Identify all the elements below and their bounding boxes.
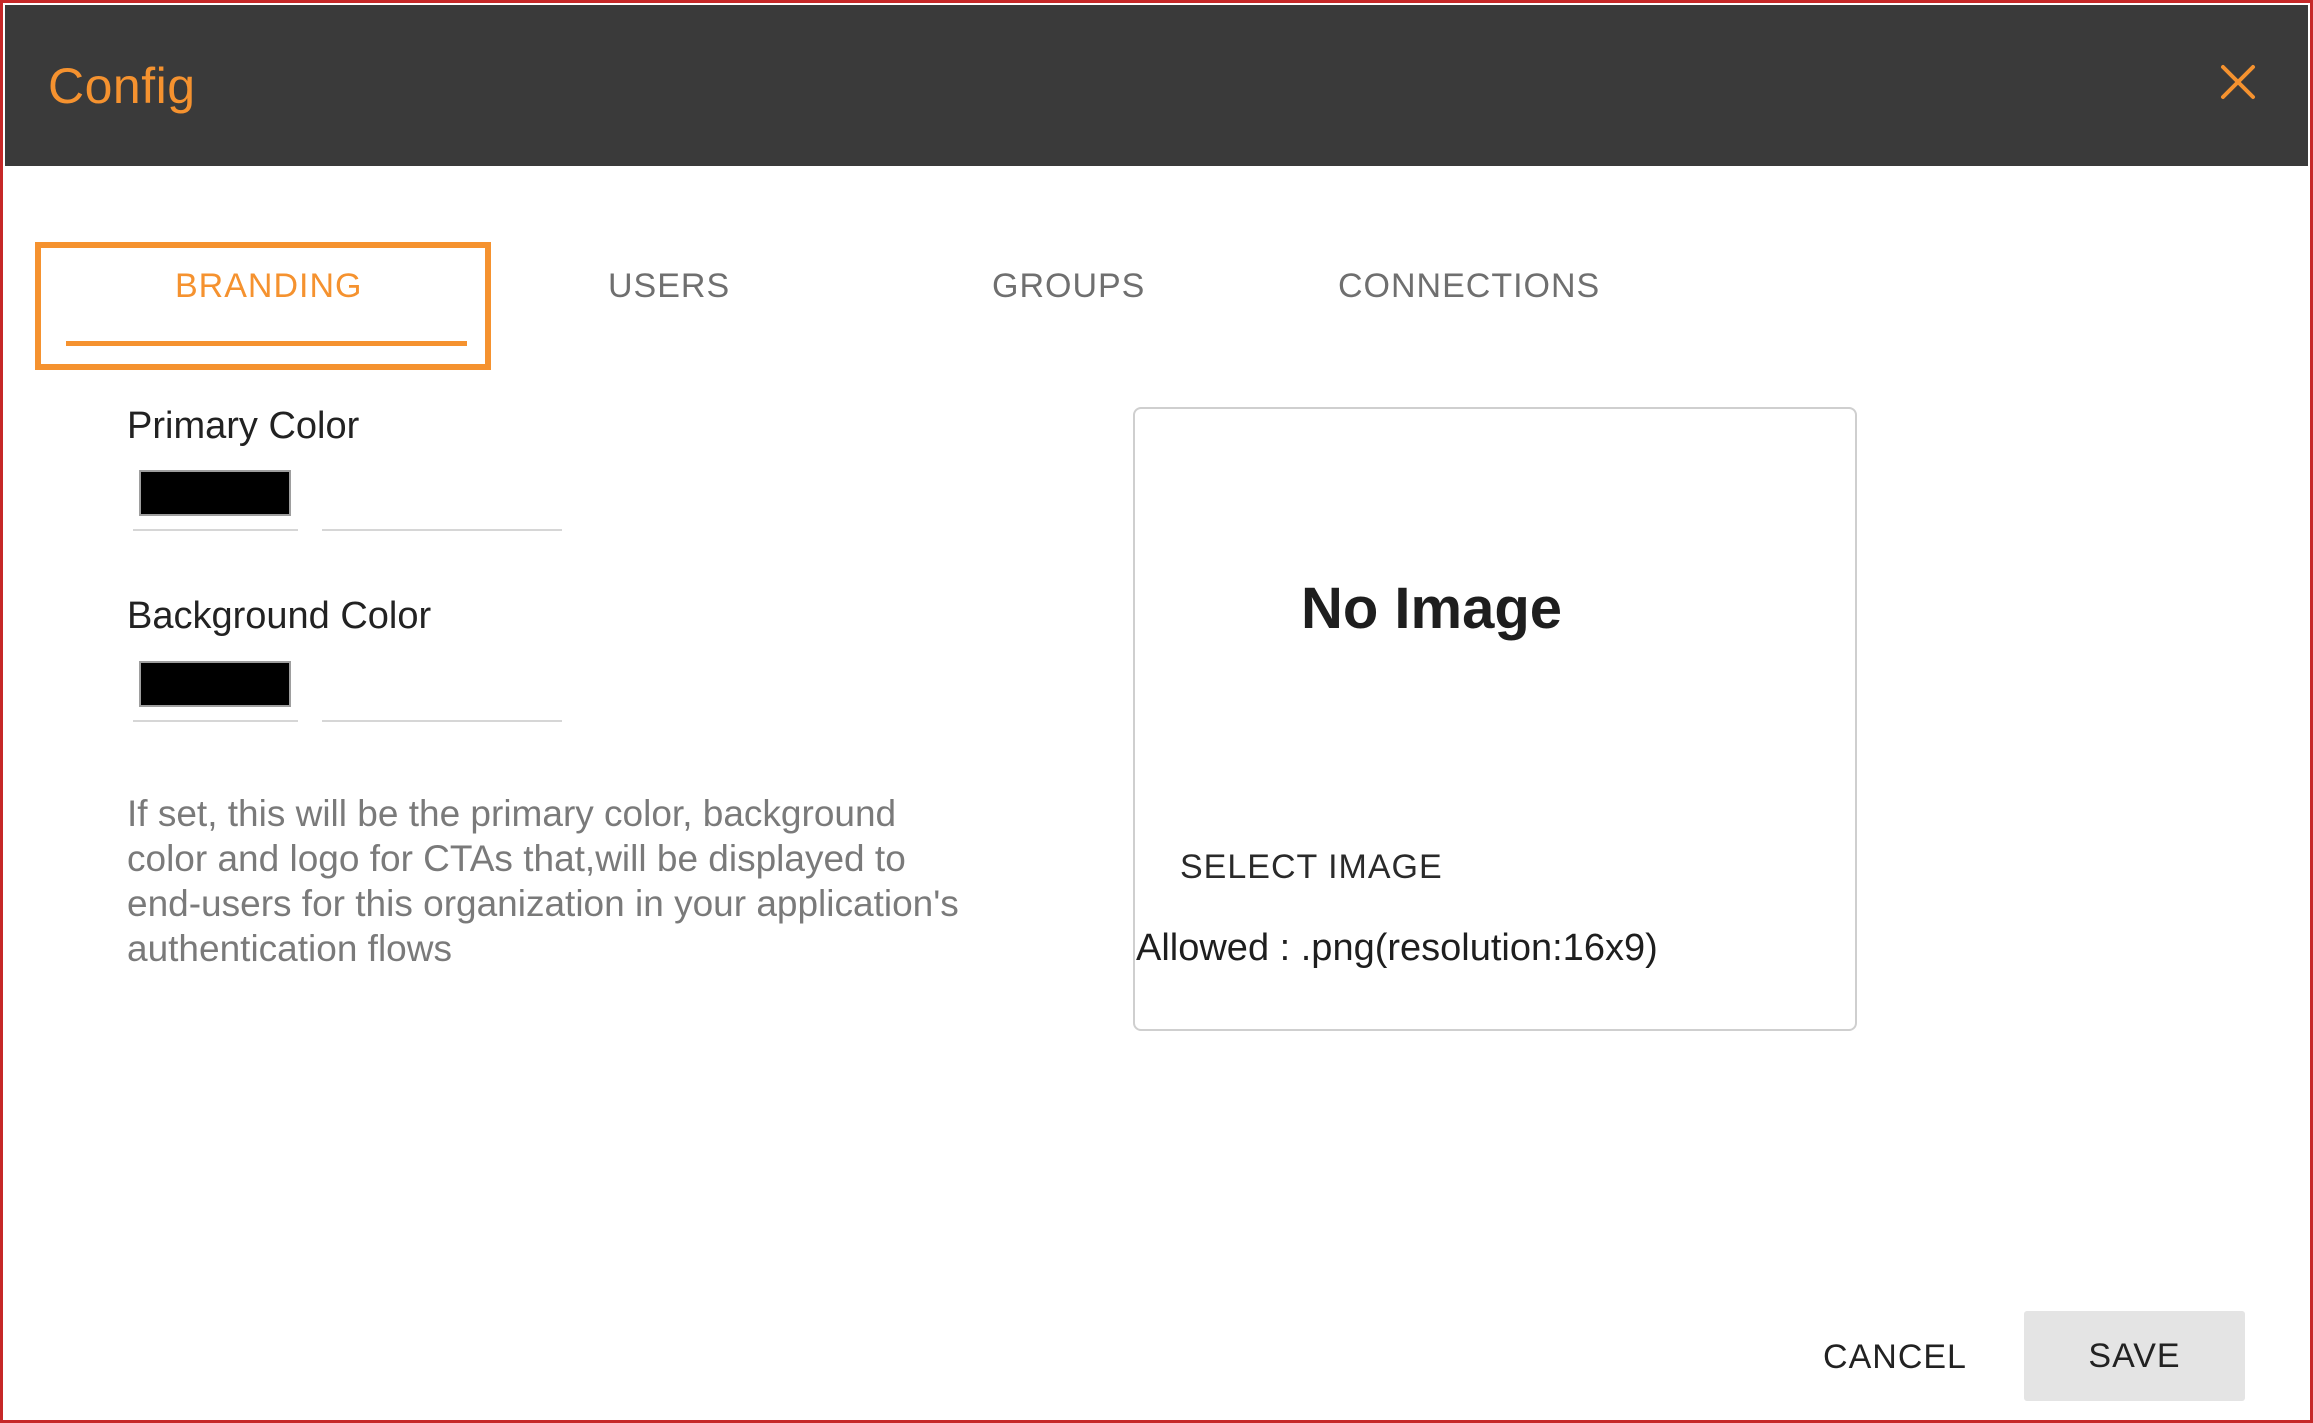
tab-groups[interactable]: GROUPS: [992, 267, 1145, 306]
active-tab-highlight: [35, 242, 491, 370]
tab-connections[interactable]: CONNECTIONS: [1338, 267, 1600, 306]
background-color-swatch-underline: [133, 720, 298, 722]
allowed-formats-text: Allowed : .png(resolution:16x9): [1136, 927, 1658, 969]
save-button[interactable]: SAVE: [2024, 1311, 2245, 1401]
branding-helper-text: If set, this will be the primary color, …: [127, 793, 959, 969]
dialog-title: Config: [48, 58, 196, 114]
primary-color-label: Primary Color: [127, 405, 360, 447]
active-tab-indicator: [66, 341, 467, 346]
tab-users[interactable]: USERS: [608, 267, 730, 306]
primary-color-swatch-underline: [133, 529, 298, 531]
dialog-titlebar: Config: [5, 5, 2308, 166]
primary-color-swatch[interactable]: [139, 470, 291, 516]
no-image-placeholder: No Image: [1301, 576, 1563, 641]
select-image-button[interactable]: SELECT IMAGE: [1180, 848, 1443, 887]
primary-color-input[interactable]: [322, 485, 562, 531]
tab-branding[interactable]: BRANDING: [175, 267, 362, 306]
background-color-label: Background Color: [127, 595, 432, 637]
cancel-button[interactable]: CANCEL: [1805, 1313, 1985, 1401]
background-color-input[interactable]: [322, 676, 562, 722]
close-button[interactable]: [2217, 61, 2259, 103]
close-icon: [2221, 65, 2255, 99]
config-dialog: Config BRANDING USERS GROUPS CONNECTIONS…: [5, 5, 2308, 1418]
background-color-swatch[interactable]: [139, 661, 291, 707]
